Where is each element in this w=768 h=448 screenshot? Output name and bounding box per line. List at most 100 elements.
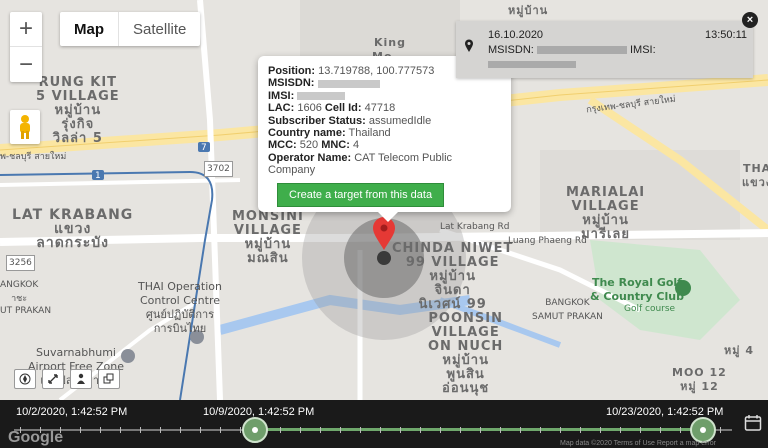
timeline-tick <box>180 427 181 433</box>
map-tools <box>14 369 120 389</box>
timeline-tick <box>420 427 421 433</box>
map-canvas[interactable]: RUNG KIT 5 VILLAGE หมู่บ้าน รุ่งกิจ วิลล… <box>0 0 768 400</box>
operator-label: Operator Name: <box>268 151 352 164</box>
timeline-tick <box>660 427 661 433</box>
popup-status-row: Subscriber Status: assumedIdle <box>268 115 501 127</box>
label-chonburi-left: พ-ชลบุรี สายใหม่ <box>0 152 67 162</box>
label-angkok: ANGKOK าชะ <box>0 280 39 304</box>
popup-operator-row: Operator Name: CAT Telecom Public Compan… <box>268 152 501 177</box>
route-3256-shield: 3256 <box>6 255 35 271</box>
google-logo: Google <box>8 429 64 446</box>
label-royal-golf: The Royal Golf & Country Club <box>590 276 684 303</box>
label-moo-top: หมู่บ้าน <box>508 4 549 17</box>
subscriber-status-value: assumedIdle <box>368 114 432 127</box>
imsi-label: IMSI: <box>268 89 295 102</box>
timeline-tick <box>400 427 401 433</box>
timeline-tick <box>120 427 121 433</box>
timeline-right-handle-label: 10/23/2020, 1:42:52 PM <box>606 406 724 418</box>
timeline-tick <box>560 427 561 433</box>
timeline-tick <box>340 427 341 433</box>
country-label: Country name: <box>268 127 346 140</box>
timeline-tick <box>360 427 361 433</box>
popup-imsi-row: IMSI: <box>268 90 501 102</box>
expand-icon <box>48 374 58 384</box>
subscriber-status-label: Subscriber Status: <box>268 114 366 127</box>
timeline-tick <box>300 427 301 433</box>
mnc-value: 4 <box>352 139 360 152</box>
lac-value: 1606 <box>297 102 322 115</box>
notification-msisdn-label: MSISDN: <box>488 44 534 56</box>
notification-msisdn-redacted <box>536 46 627 55</box>
timeline-tick <box>80 427 81 433</box>
map-type-map-button[interactable]: Map <box>60 12 119 46</box>
popup-lac-row: LAC: 1606 Cell Id: 47718 <box>268 102 501 114</box>
timeline-tick <box>240 427 241 433</box>
label-rung-kit: RUNG KIT 5 VILLAGE หมู่บ้าน รุ่งกิจ วิลล… <box>36 75 120 146</box>
timeline-tick <box>320 427 321 433</box>
timeline-left-handle-label: 10/9/2020, 1:42:52 PM <box>203 406 315 418</box>
zoom-control: + − <box>10 12 42 82</box>
map-type-control: Map Satellite <box>60 12 201 46</box>
timeline-tick <box>380 427 381 433</box>
zoom-in-button[interactable]: + <box>10 12 42 47</box>
timeline-tick <box>100 427 101 433</box>
timeline-tick <box>160 427 161 433</box>
label-thai-operation: THAI Operation Control Centre ศูนย์ปฏิบั… <box>138 280 222 335</box>
timeline-tick <box>460 427 461 433</box>
lac-label: LAC: <box>268 102 295 115</box>
layers-icon <box>103 373 114 384</box>
timeline-tick <box>600 427 601 433</box>
location-marker-icon <box>465 39 473 52</box>
timeline-tick <box>280 427 281 433</box>
imsi-redacted <box>297 91 346 100</box>
label-poonsin: POONSIN VILLAGE ON NUCH หมู่บ้าน พูนสิน … <box>428 311 504 396</box>
timeline-start-label: 10/2/2020, 1:42:52 PM <box>16 406 128 418</box>
label-ut-prakan: UT PRAKAN <box>0 306 52 316</box>
notification-imsi-redacted <box>488 61 576 68</box>
notification-imsi-label: IMSI: <box>629 44 656 56</box>
popup-country-row: Country name: Thailand <box>268 127 501 139</box>
label-moo-12: MOO 12 หมู่ 12 <box>672 366 727 393</box>
msisdn-redacted <box>317 79 380 88</box>
label-monsini: MONSINI VILLAGE หมู่บ้าน มณสิน <box>232 209 304 266</box>
create-target-button[interactable]: Create a target from this data <box>277 182 445 207</box>
msisdn-label: MSISDN: <box>268 77 315 90</box>
map-type-satellite-button[interactable]: Satellite <box>119 12 200 46</box>
map-attribution[interactable]: Map data ©2020 Terms of Use Report a map… <box>560 440 716 447</box>
compass-icon <box>19 373 31 385</box>
timeline-tick <box>220 427 221 433</box>
event-notification[interactable]: 16.10.2020 13:50:11 MSISDN: IMSI: × <box>456 12 758 78</box>
cell-id-value: 47718 <box>364 102 396 115</box>
timeline-tick <box>200 427 201 433</box>
close-icon[interactable]: × <box>742 12 758 28</box>
label-lat-krabang: LAT KRABANG แขวง ลาดกระบัง <box>12 207 134 251</box>
zoom-out-button[interactable]: − <box>10 47 42 82</box>
popup-msisdn-row: MSISDN: <box>268 77 501 89</box>
timeline-tick <box>640 427 641 433</box>
cell-id-label: Cell Id: <box>324 102 362 115</box>
timeline-tick <box>140 427 141 433</box>
notification-date: 16.10.2020 <box>488 29 544 41</box>
person-tool-button[interactable] <box>70 369 92 389</box>
notification-time: 13:50:11 <box>704 29 747 41</box>
timeline-tick <box>680 427 681 433</box>
pegman-icon <box>20 115 30 139</box>
street-view-pegman[interactable] <box>10 110 40 144</box>
layers-tool-button[interactable] <box>98 369 120 389</box>
timeline-left-handle[interactable] <box>242 417 268 443</box>
timeline-selected-range <box>255 428 703 431</box>
route-3702-shield: 3702 <box>204 161 233 177</box>
notification-ids: MSISDN: IMSI: <box>488 44 656 56</box>
calendar-icon[interactable] <box>744 414 762 432</box>
route-1-shield: 1 <box>95 171 101 181</box>
timeline-tick <box>720 427 721 433</box>
popup-mcc-row: MCC: 520 MNC: 4 <box>268 139 501 151</box>
compass-tool-button[interactable] <box>14 369 36 389</box>
country-value: Thailand <box>348 127 391 140</box>
label-tha: THA แขวง <box>742 162 768 189</box>
label-lat-krabang-rd: Lat Krabang Rd <box>440 222 510 232</box>
location-info-popup: Position: 13.719788, 100.777573 MSISDN: … <box>258 56 511 222</box>
person-icon <box>77 373 85 384</box>
label-chinda-niwet: CHINDA NIWET 99 VILLAGE หมู่บ้าน จินดา น… <box>392 241 514 312</box>
expand-tool-button[interactable] <box>42 369 64 389</box>
